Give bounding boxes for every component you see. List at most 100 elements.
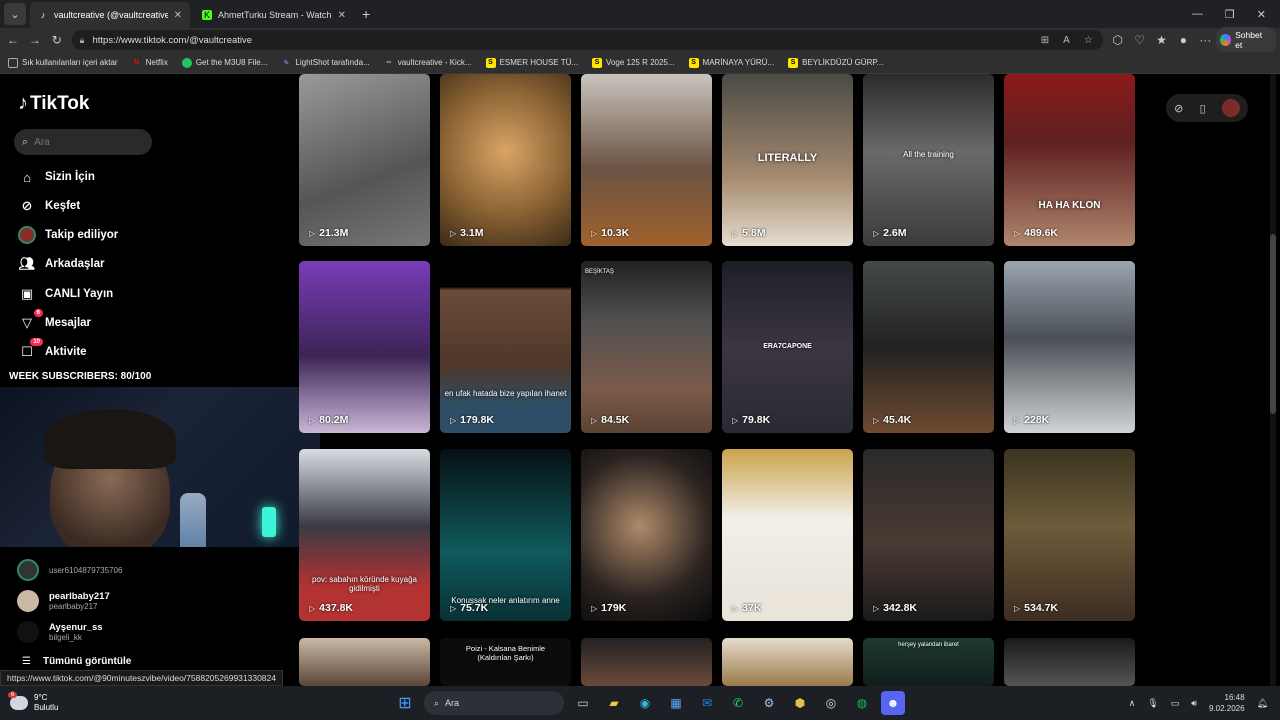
video-thumbnail[interactable]: ▷ 21.3M — [299, 74, 430, 246]
close-icon[interactable]: ✕ — [338, 10, 346, 21]
store-icon[interactable]: ▦ — [664, 691, 688, 715]
tab-vaultcreative[interactable]: ♪ vaultcreative (@vaultcreative) | Tik ✕ — [30, 2, 190, 28]
close-window-icon[interactable]: ✕ — [1257, 8, 1266, 21]
video-thumbnail[interactable]: pov: sabahın köründe kuyağa gidilmişti ▷… — [299, 449, 430, 621]
see-all-button[interactable]: ☰ Tümünü görüntüle — [22, 656, 131, 667]
video-thumbnail[interactable]: All the training ▷ 2.6M — [863, 74, 994, 246]
bookmark-netflix[interactable]: N Netflix — [132, 58, 168, 68]
video-thumbnail[interactable] — [1004, 638, 1135, 686]
video-thumbnail[interactable]: Poizi - Kalsana Benimle (Kaldırılan Şark… — [440, 638, 571, 686]
bookmark-kick[interactable]: ∞ vaultcreative - Kick... — [384, 58, 471, 68]
volume-icon[interactable]: 🔊︎ — [1191, 698, 1197, 709]
shield-app-icon[interactable]: ⬢ — [788, 691, 812, 715]
video-thumbnail[interactable]: herşey yalandan ibaret — [863, 638, 994, 686]
nav-live[interactable]: ▣ CANLI Yayın — [18, 285, 113, 303]
video-thumbnail[interactable]: ▷ 534.7K — [1004, 449, 1135, 621]
video-thumbnail[interactable]: BEŞİKTAŞ ▷ 84.5K — [581, 261, 712, 433]
new-tab-icon[interactable]: + — [362, 6, 370, 22]
outlook-icon[interactable]: ✉ — [695, 691, 719, 715]
bookmark-voge[interactable]: S Voge 125 R 2025... — [592, 57, 675, 68]
weather-widget[interactable]: 6 9°C Bulutlu — [8, 692, 58, 713]
translate-icon[interactable]: A — [1063, 35, 1070, 46]
coins-icon[interactable]: ⊘ — [1174, 102, 1183, 115]
microphone-icon[interactable]: 🎙︎ — [1147, 698, 1158, 709]
spotify-icon[interactable]: ◍ — [850, 691, 874, 715]
windows-start-icon[interactable]: ⊞ — [393, 691, 417, 715]
video-thumbnail[interactable] — [581, 638, 712, 686]
video-thumbnail[interactable] — [722, 638, 853, 686]
bookmark-esmer-house[interactable]: S ESMER HOUSE TÜ... — [485, 57, 578, 68]
search-box[interactable]: ⌕ — [14, 129, 152, 155]
following-handle: pearlbaby217 — [49, 602, 98, 611]
nav-following[interactable]: Takip ediliyor — [18, 226, 118, 244]
whatsapp-icon[interactable]: ✆ — [726, 691, 750, 715]
play-icon: ▷ — [873, 228, 880, 238]
following-item[interactable]: pearlbaby217 pearlbaby217 — [17, 590, 110, 612]
nav-activity[interactable]: ☐ 10 Aktivite — [18, 338, 87, 361]
steam-icon[interactable]: ⚙ — [757, 691, 781, 715]
nav-messages[interactable]: ▽ 6 Mesajlar — [18, 309, 91, 332]
bookmark-lightshot[interactable]: ✎ LightShot tarafında... — [281, 58, 369, 68]
obs-icon[interactable]: ◎ — [819, 691, 843, 715]
chevron-up-icon[interactable]: ∧ — [1129, 698, 1136, 709]
nav-label: Sizin İçin — [45, 171, 95, 183]
network-icon[interactable]: ▭ — [1171, 698, 1180, 709]
taskbar-search[interactable]: ⌕ Ara — [424, 691, 564, 715]
nav-for-you[interactable]: ⌂ Sizin İçin — [18, 168, 95, 186]
video-thumbnail[interactable]: HA HA KLON ▷ 489.6K — [1004, 74, 1135, 246]
forward-icon[interactable]: → — [24, 33, 46, 47]
video-thumbnail[interactable]: ▷ 179K — [581, 449, 712, 621]
following-item[interactable]: user6104879735706 — [17, 559, 122, 581]
favorite-star-icon[interactable]: ☆ — [1084, 35, 1093, 46]
video-thumbnail[interactable]: ▷ 10.3K — [581, 74, 712, 246]
clock[interactable]: 16:48 9.02.2026 — [1209, 692, 1245, 714]
address-bar[interactable]: 🔒︎ https://www.tiktok.com/@vaultcreative… — [71, 30, 1103, 50]
app-install-icon[interactable]: ⊞ — [1041, 35, 1049, 46]
video-thumbnail[interactable]: ▷ 228K — [1004, 261, 1135, 433]
favorites-icon[interactable]: ★ — [1151, 33, 1173, 47]
nav-explore[interactable]: ⊘ Keşfet — [18, 197, 81, 215]
edge-icon[interactable]: ◉ — [633, 691, 657, 715]
bookmark-m3u8[interactable]: Get the M3U8 File... — [181, 57, 267, 68]
device-icon[interactable]: ▯ — [1200, 102, 1206, 115]
tiktok-logo[interactable]: ♪ TikTok — [18, 92, 89, 115]
reload-icon[interactable]: ↻ — [46, 33, 68, 47]
lock-icon[interactable]: 🔒︎ — [80, 35, 85, 46]
collections-icon[interactable]: ♡ — [1129, 33, 1151, 47]
restore-icon[interactable]: ❐ — [1225, 8, 1235, 21]
copilot-button[interactable]: Sohbet et — [1216, 27, 1277, 53]
video-thumbnail[interactable]: ▷ 3.1M — [440, 74, 571, 246]
bookmark-import[interactable]: Sık kullanılanları içeri aktar — [8, 57, 118, 68]
tab-ahmetturku[interactable]: K AhmetTurku Stream - Watch Live o ✕ — [194, 2, 354, 28]
video-thumbnail[interactable]: Konuşsak neler anlatırım anne ▷ 75.7K — [440, 449, 571, 621]
back-icon[interactable]: ← — [2, 33, 24, 47]
video-thumbnail[interactable]: ▷ 80.2M — [299, 261, 430, 433]
notifications-icon[interactable]: 🔔︎ — [1257, 698, 1268, 709]
video-thumbnail[interactable] — [299, 638, 430, 686]
search-input[interactable] — [34, 136, 135, 148]
video-thumbnail[interactable]: ▷ 342.8K — [863, 449, 994, 621]
minimize-icon[interactable]: — — [1192, 8, 1203, 21]
video-thumbnail[interactable]: en ufak hatada bize yapılan ihanet ▷ 179.… — [440, 261, 571, 433]
discord-icon[interactable]: ☻ — [881, 691, 905, 715]
tab-title: AhmetTurku Stream - Watch Live o — [218, 10, 332, 20]
task-view-icon[interactable]: ▭ — [571, 691, 595, 715]
bookmark-beylikduzu[interactable]: S BEYLİKDÜZÜ GÜRP... — [788, 57, 883, 68]
video-thumbnail[interactable]: LITERALLY ▷ 5.8M — [722, 74, 853, 246]
profile-icon[interactable]: ● — [1172, 33, 1194, 47]
video-thumbnail[interactable]: ▷ 37K — [722, 449, 853, 621]
tab-actions-menu-icon[interactable]: ⌄ — [4, 3, 26, 25]
page-scrollbar[interactable] — [1270, 74, 1276, 686]
kick-icon: ∞ — [386, 59, 392, 66]
bookmark-marina[interactable]: S MARİNAYA YÜRÜ... — [688, 57, 774, 68]
profile-avatar-icon[interactable] — [1221, 99, 1240, 117]
following-item[interactable]: Ayşenur_ss bilgeli_kk — [17, 621, 103, 643]
extensions-icon[interactable]: ⬡ — [1107, 33, 1129, 47]
video-thumbnail[interactable]: ▷ 45.4K — [863, 261, 994, 433]
nav-friends[interactable]: 👥︎ Arkadaşlar — [18, 255, 105, 273]
file-explorer-icon[interactable]: ▰ — [602, 691, 626, 715]
more-options-icon[interactable]: ··· — [1194, 33, 1216, 47]
scrollbar-thumb[interactable] — [1270, 234, 1276, 414]
close-icon[interactable]: ✕ — [174, 10, 182, 21]
video-thumbnail[interactable]: ERA7CAPONE ▷ 79.8K — [722, 261, 853, 433]
